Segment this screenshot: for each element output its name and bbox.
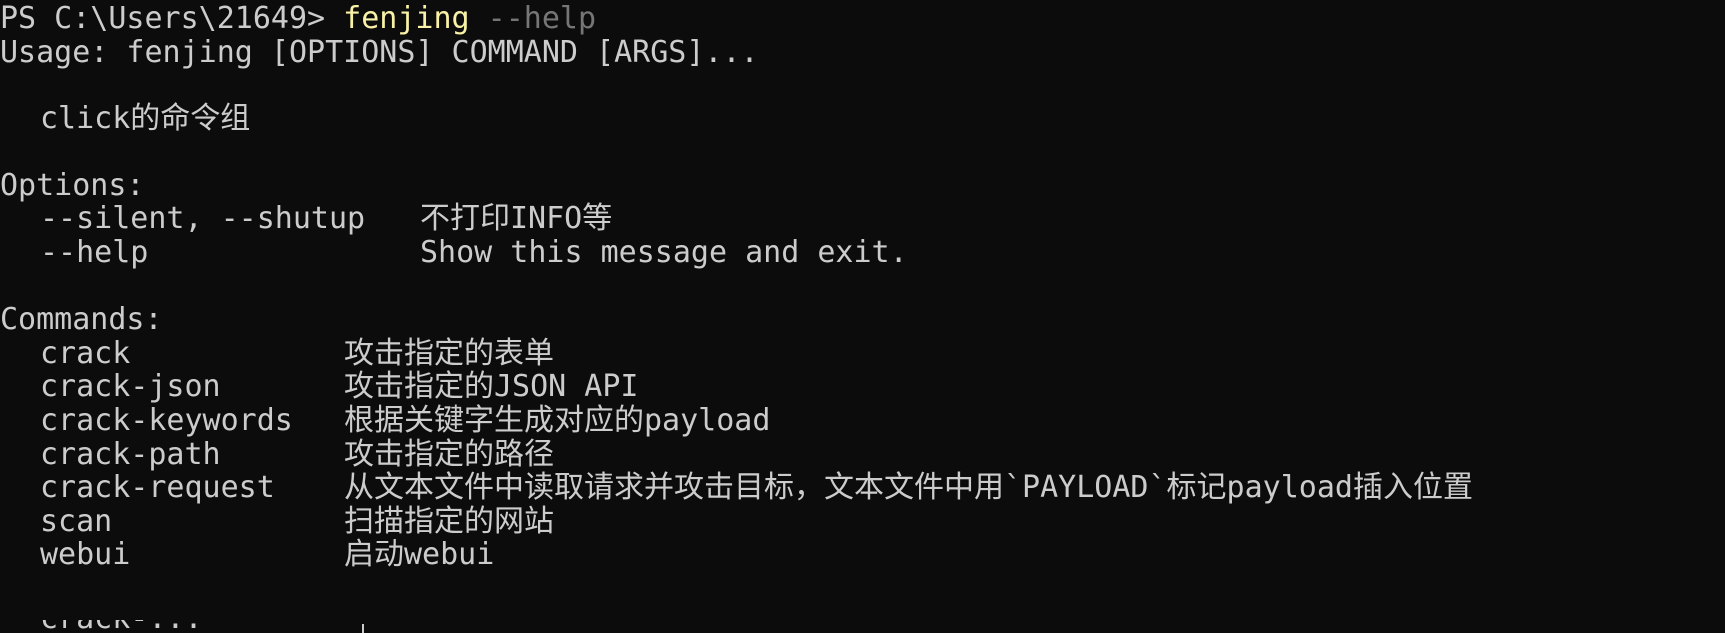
option-desc: 不打印INFO等 — [420, 201, 613, 236]
command-row-desc: 根据关键字生成对应的payload — [344, 403, 771, 438]
commands-heading: Commands: — [0, 302, 163, 337]
option-flag: --silent, --shutup — [40, 201, 366, 236]
command-row-desc: 攻击指定的JSON API — [344, 369, 639, 404]
command-row-name: crack-json — [40, 369, 221, 404]
partial-command-row: crack-... — [40, 620, 340, 633]
command-argument: --help — [469, 1, 597, 36]
command-row-desc: 攻击指定的路径 — [344, 437, 554, 472]
command-row-name: crack-path — [40, 437, 221, 472]
command-row-desc: 扫描指定的网站 — [344, 504, 554, 539]
partial-command-text: crack-... — [40, 620, 340, 633]
option-desc: Show this message and exit. — [420, 235, 908, 270]
command-row-name: crack-request — [40, 470, 275, 505]
command-row-desc: 从文本文件中读取请求并攻击目标，文本文件中用`PAYLOAD`标记payload… — [344, 470, 1473, 505]
prompt-line: PS C:\Users\21649> fenjing --help — [0, 0, 596, 37]
command-row-name: crack-keywords — [40, 403, 293, 438]
command-name: fenjing — [343, 1, 470, 36]
options-heading: Options: — [0, 168, 145, 203]
command-row-desc: 攻击指定的表单 — [344, 336, 554, 371]
option-flag: --help — [40, 235, 149, 270]
command-row-name: webui — [40, 537, 131, 572]
usage-line: Usage: fenjing [OPTIONS] COMMAND [ARGS].… — [0, 35, 759, 70]
command-row-name: scan — [40, 504, 113, 539]
text-cursor-icon — [362, 624, 364, 633]
description-line: click的命令组 — [40, 101, 251, 136]
terminal-window[interactable]: PS C:\Users\21649> fenjing --help Usage:… — [0, 0, 1725, 633]
command-row-name: crack — [40, 336, 131, 371]
prompt-path: PS C:\Users\21649> — [0, 1, 344, 36]
command-row-desc: 启动webui — [344, 537, 495, 572]
